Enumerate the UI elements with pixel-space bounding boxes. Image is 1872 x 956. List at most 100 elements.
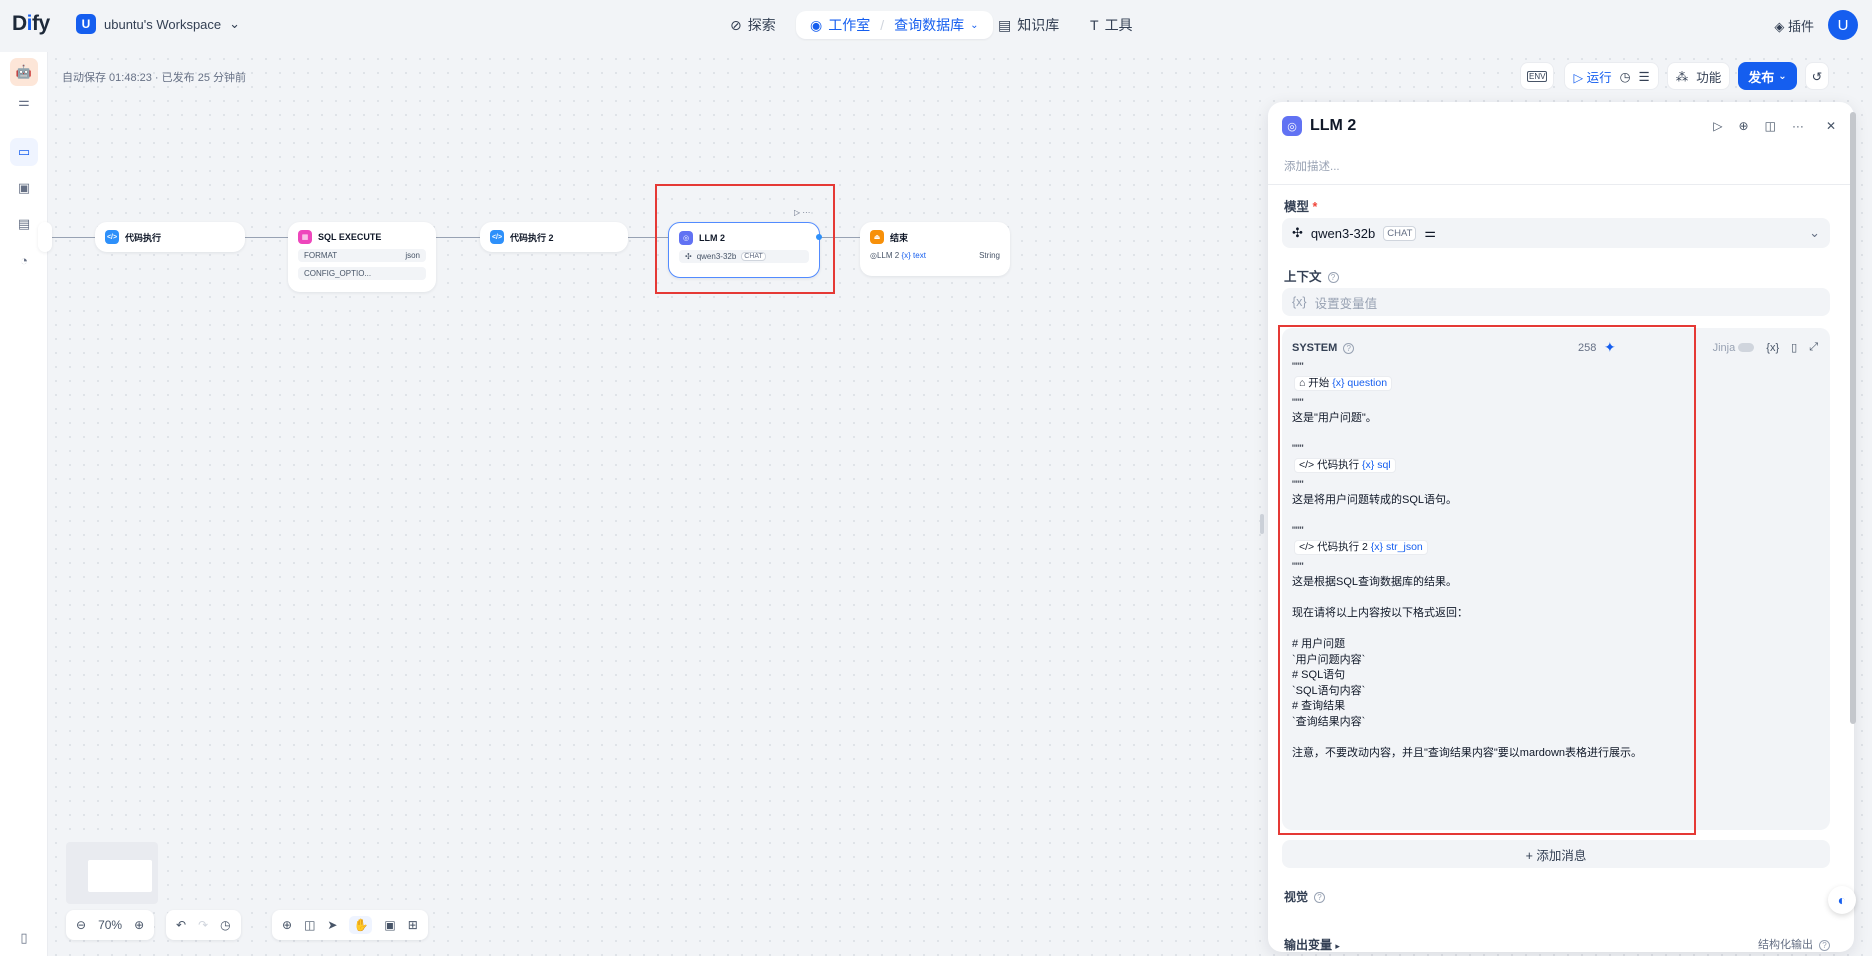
cube-icon: ◈ <box>1774 18 1785 34</box>
chevron-down-icon: ⌄ <box>229 16 241 31</box>
toggle-switch <box>1738 343 1755 353</box>
code-icon: </> <box>490 230 504 244</box>
panel-resize-handle[interactable] <box>1260 514 1264 534</box>
insert-variable-icon[interactable]: {x} <box>1766 342 1779 354</box>
top-bar: Dify U ubuntu's Workspace ⌄ ⊘ 探索 ◉ 工作室 /… <box>0 0 1872 50</box>
play-icon: ▷ <box>1573 70 1584 85</box>
locate-icon[interactable]: ⊕ <box>1739 119 1749 133</box>
nav-tools[interactable]: T 工具 <box>1090 11 1133 39</box>
hand-icon[interactable]: ✋ <box>349 916 373 934</box>
layout-icon[interactable]: ⊞ <box>408 918 418 932</box>
model-settings-icon[interactable]: ⚌ <box>1424 225 1436 241</box>
variable-icon: {x} <box>1292 295 1307 309</box>
description-input[interactable]: 添加描述... <box>1284 158 1340 174</box>
nav-studio[interactable]: ◉ 工作室 / 查询数据库 ⌄ <box>796 11 993 39</box>
nav-knowledge-label: 知识库 <box>1017 17 1060 33</box>
help-icon[interactable]: ? <box>1314 892 1326 904</box>
split-view-icon[interactable]: ◫ <box>1765 119 1776 133</box>
history-icon[interactable]: ◷ <box>220 918 230 932</box>
redo-icon[interactable]: ↷ <box>198 918 208 932</box>
nav-knowledge[interactable]: ▤ 知识库 <box>998 11 1059 39</box>
note-icon[interactable]: ◫ <box>304 918 315 932</box>
required-mark: * <box>1312 200 1318 214</box>
node-sql-execute[interactable]: ▦ SQL EXECUTE FORMAT json CONFIG_OPTIO... <box>288 222 436 292</box>
minimap[interactable] <box>66 842 158 904</box>
close-icon[interactable]: ✕ <box>1826 119 1836 133</box>
more-icon[interactable]: ··· <box>1792 119 1804 133</box>
autosave-status: 自动保存 01:48:23 · 已发布 25 分钟前 <box>62 72 246 84</box>
panel-actions: ▷ ⊕ ◫ ··· ✕ <box>1713 119 1836 133</box>
node-title-text: SQL EXECUTE <box>318 232 382 242</box>
export-image-icon[interactable]: ▣ <box>384 918 395 932</box>
chevron-right-icon: ▸ <box>1335 941 1340 951</box>
nav-explore[interactable]: ⊘ 探索 <box>730 11 776 39</box>
monitor-icon[interactable]: ◔ <box>10 246 38 274</box>
node-end[interactable]: ⏏ 结束 ◎LLM 2 {x} text String <box>860 222 1010 276</box>
app-icon[interactable]: 🤖 <box>10 58 38 86</box>
zoom-in-icon[interactable]: ⊕ <box>134 918 144 932</box>
panel-title[interactable]: LLM 2 <box>1310 117 1356 135</box>
help-icon[interactable]: ? <box>1327 272 1339 284</box>
vision-label: 视觉? <box>1284 888 1326 905</box>
partial-node[interactable] <box>38 222 52 252</box>
terminal-icon[interactable]: ▣ <box>10 174 38 202</box>
var-icon: {x} <box>901 251 911 260</box>
help-icon[interactable]: ? <box>1819 939 1830 951</box>
jinja-toggle[interactable]: Jinja <box>1713 342 1755 354</box>
add-node-icon[interactable]: ⊕ <box>282 918 292 932</box>
node-param-row: FORMAT json <box>298 249 426 262</box>
env-button[interactable]: ENV <box>1520 62 1555 90</box>
plugins-button[interactable]: ◈ 插件 <box>1774 16 1814 35</box>
edge <box>436 237 480 238</box>
orchestrate-icon[interactable]: ▭ <box>10 138 38 166</box>
nav-studio-label: 工作室 <box>828 17 871 33</box>
settings-sliders-icon[interactable]: ⚌ <box>10 88 38 116</box>
var-node: LLM 2 <box>876 251 900 260</box>
logs-icon[interactable]: ▤ <box>10 210 38 238</box>
nav-tools-label: 工具 <box>1104 17 1133 33</box>
output-variables-label[interactable]: 输出变量 ▸ <box>1284 936 1340 952</box>
publish-button[interactable]: 发布 ⌄ <box>1738 62 1797 90</box>
undo-icon[interactable]: ↶ <box>176 918 186 932</box>
assistant-fab[interactable]: ◐ <box>1828 886 1856 914</box>
sidebar-toggle-icon[interactable]: ▯ <box>10 924 38 952</box>
run-step-icon[interactable]: ▷ <box>1713 119 1722 133</box>
add-message-button[interactable]: + 添加消息 <box>1282 840 1830 868</box>
expand-icon[interactable]: ⤢ <box>1809 341 1818 354</box>
dify-logo[interactable]: Dify <box>12 12 50 36</box>
node-title: </> 代码执行 <box>105 230 235 244</box>
clipboard-icon[interactable]: ▯ <box>1791 341 1797 354</box>
chevron-down-icon: ⌄ <box>1809 225 1820 240</box>
highlight-box-node <box>655 184 835 294</box>
vision-label-text: 视觉 <box>1284 890 1309 904</box>
version-history-button[interactable]: ↺ <box>1804 62 1830 90</box>
features-button[interactable]: ⁂ 功能 <box>1666 62 1731 90</box>
zoom-level[interactable]: 70% <box>98 918 122 932</box>
edge <box>49 237 95 238</box>
checklist-icon[interactable]: ☰ <box>1639 69 1650 84</box>
run-button[interactable]: ▷ 运行 <box>1573 67 1611 86</box>
context-variable-input[interactable]: {x} 设置变量值 <box>1282 288 1830 316</box>
nav-explore-label: 探索 <box>747 17 776 33</box>
current-app-name[interactable]: 查询数据库 <box>894 15 964 35</box>
plugins-label: 插件 <box>1787 18 1814 34</box>
pointer-icon[interactable]: ➤ <box>327 918 337 932</box>
model-label-text: 模型 <box>1284 200 1310 214</box>
model-selector[interactable]: ✣ qwen3-32b CHAT ⚌ ⌄ <box>1282 218 1830 248</box>
node-code-exec[interactable]: </> 代码执行 <box>95 222 245 252</box>
run-group: ▷ 运行 ◷ ☰ <box>1564 62 1659 90</box>
node-title: ▦ SQL EXECUTE <box>298 230 426 244</box>
zoom-out-icon[interactable]: ⊖ <box>76 918 86 932</box>
workspace-name: ubuntu's Workspace <box>104 16 222 32</box>
node-code-exec-2[interactable]: </> 代码执行 2 <box>480 222 628 252</box>
top-right-actions: ◈ 插件 U <box>1774 10 1858 40</box>
node-title: </> 代码执行 2 <box>490 230 618 244</box>
workspace-switcher[interactable]: U ubuntu's Workspace ⌄ <box>76 14 240 34</box>
history-icon[interactable]: ◷ <box>1620 69 1631 84</box>
highlight-box-system <box>1278 325 1696 835</box>
user-avatar[interactable]: U <box>1828 10 1858 40</box>
panel-scrollbar[interactable] <box>1850 112 1856 724</box>
database-icon: ▦ <box>298 230 312 244</box>
node-title-text: 代码执行 <box>125 232 162 243</box>
structured-output-toggle[interactable]: 结构化输出? <box>1758 936 1830 952</box>
